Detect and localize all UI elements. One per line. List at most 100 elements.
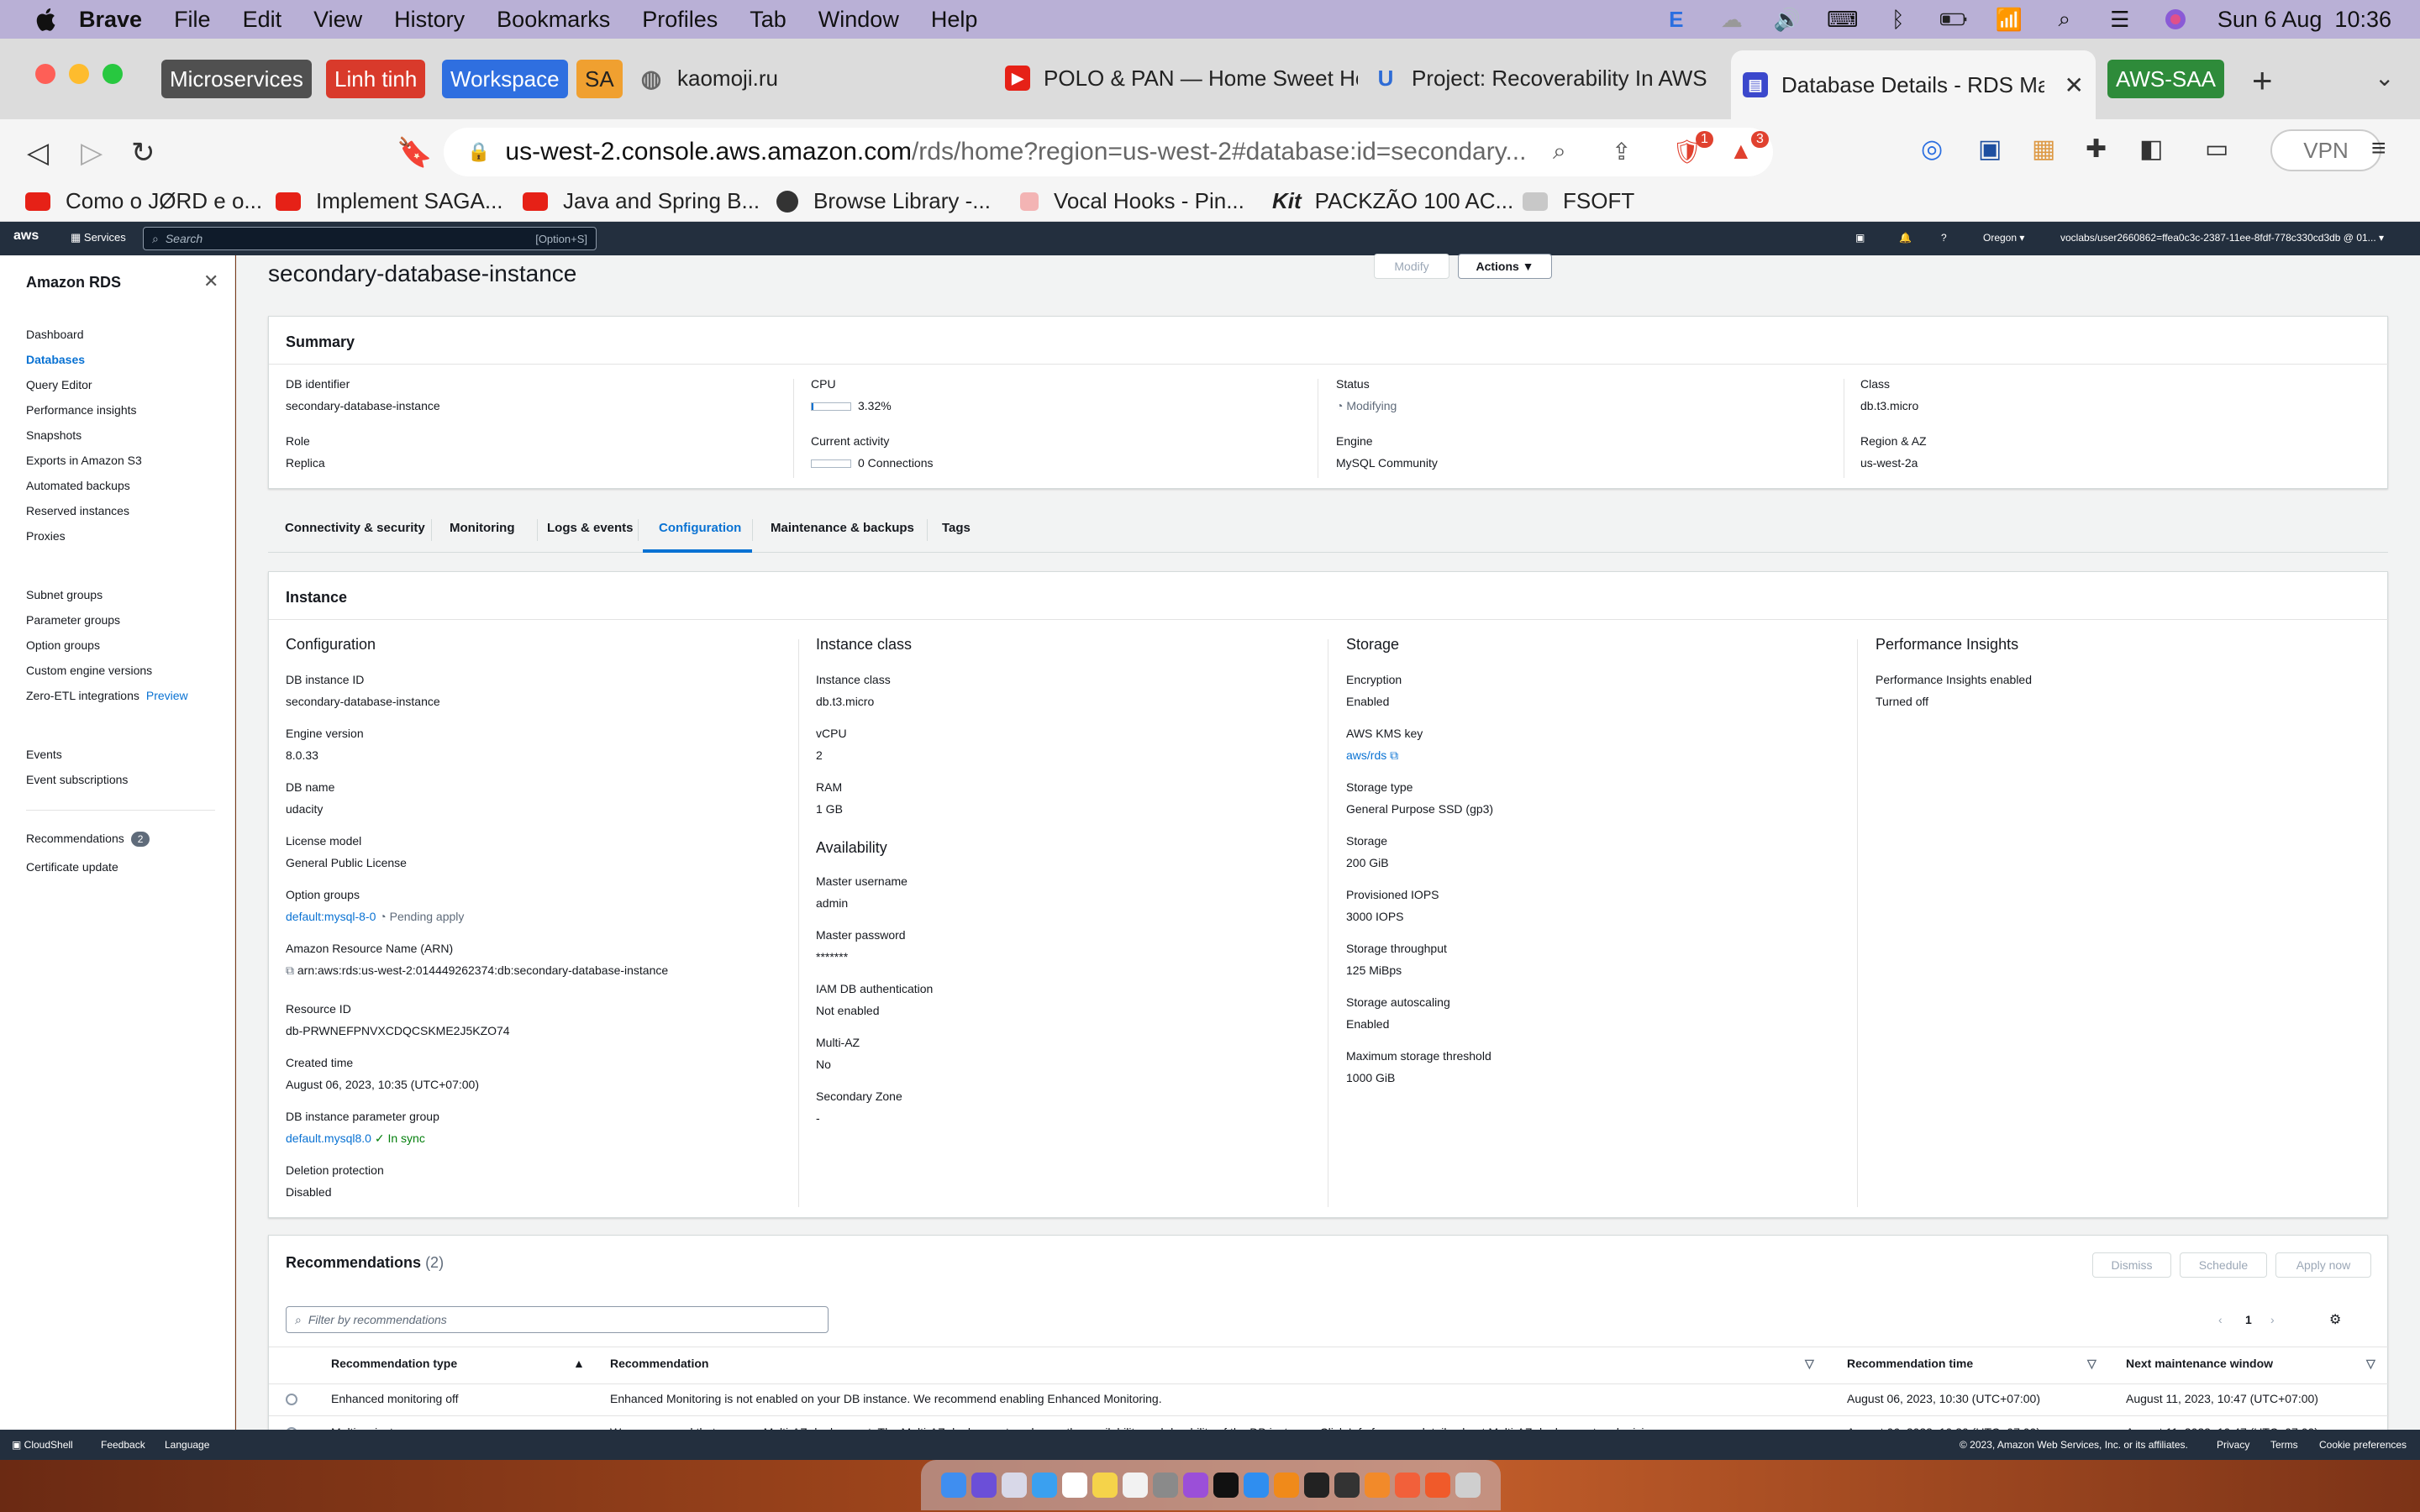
new-tab-plus-icon[interactable]: + [2252, 60, 2273, 101]
keyboard-icon[interactable]: ⌨ [1827, 7, 1859, 32]
tab-group-workspace[interactable]: Workspace [442, 60, 568, 98]
notes-icon[interactable] [1092, 1473, 1118, 1498]
wallet-icon[interactable]: ▭ [2205, 134, 2228, 164]
prev-page-icon[interactable]: ‹ [2218, 1313, 2223, 1326]
podcasts-icon[interactable] [1183, 1473, 1208, 1498]
help-icon[interactable]: ? [1941, 232, 1947, 244]
tab-polo-pan[interactable]: ▶ POLO & PAN — Home Sweet Ho [1005, 57, 1358, 99]
sidebar-item-reserved-instances[interactable]: Reserved instances [26, 504, 129, 517]
terminal-2-icon[interactable] [1334, 1473, 1360, 1498]
app-store-icon[interactable] [1244, 1473, 1269, 1498]
services-menu[interactable]: ▦ Services [71, 231, 126, 244]
back-arrow-icon[interactable]: ◁ [27, 136, 49, 170]
menu-tab[interactable]: Tab [750, 7, 786, 33]
privacy-link[interactable]: Privacy [2217, 1439, 2249, 1451]
row-select-radio[interactable] [286, 1394, 297, 1405]
tab-logs-events[interactable]: Logs & events [547, 521, 634, 535]
terms-link[interactable]: Terms [2270, 1439, 2298, 1451]
sidebar-item-zero-etl[interactable]: Zero-ETL integrations Preview [26, 689, 188, 702]
sidebar-item-snapshots[interactable]: Snapshots [26, 428, 82, 442]
terminal-icon[interactable] [1304, 1473, 1329, 1498]
vlc-icon[interactable] [1274, 1473, 1299, 1498]
menu-app-name[interactable]: Brave [79, 7, 142, 33]
menubar-clock[interactable]: Sun 6 Aug 10:36 [2217, 7, 2391, 33]
bookmark-item[interactable]: Como o JØRD e o... [25, 188, 262, 214]
sidebar-item-custom-engine-versions[interactable]: Custom engine versions [26, 664, 152, 677]
cloudshell-icon[interactable]: ▣ [1855, 232, 1865, 244]
sort-ascending-icon[interactable]: ▲ [573, 1357, 585, 1370]
maximize-window-icon[interactable] [103, 64, 123, 84]
preview-link[interactable]: Preview [146, 689, 188, 702]
sidebar-item-subnet-groups[interactable]: Subnet groups [26, 588, 103, 601]
finder-icon[interactable] [941, 1473, 966, 1498]
extension-chrome-icon[interactable]: ◎ [1921, 134, 1943, 164]
cloud-icon[interactable]: ☁ [1718, 7, 1745, 32]
sidebar-item-query-editor[interactable]: Query Editor [26, 378, 92, 391]
apply-now-button[interactable]: Apply now [2275, 1252, 2371, 1278]
tab-udacity-project[interactable]: U Project: Recoverability In AWS [1373, 57, 1726, 99]
sort-icon[interactable]: ▽ [1805, 1357, 1814, 1371]
column-header-recommendation-time[interactable]: Recommendation time [1847, 1357, 1973, 1370]
share-icon[interactable]: ⇪ [1612, 138, 1631, 165]
column-header-recommendation-type[interactable]: Recommendation type ▲ [331, 1357, 585, 1370]
extension-screen-icon[interactable]: ▦ [2032, 134, 2055, 164]
sidebar-item-databases[interactable]: Databases [26, 353, 85, 366]
brave-dock-icon[interactable] [1425, 1473, 1450, 1498]
feedback-link[interactable]: Feedback [101, 1439, 145, 1451]
reminders-icon[interactable] [1123, 1473, 1148, 1498]
volume-icon[interactable]: 🔊 [1774, 7, 1801, 32]
safari-icon[interactable] [1032, 1473, 1057, 1498]
account-menu[interactable]: voclabs/user2660862=ffea0c3c-2387-11ee-8… [2060, 232, 2384, 244]
bluetooth-icon[interactable]: ᛒ [1885, 7, 1912, 32]
pen-icon[interactable] [1395, 1473, 1420, 1498]
calendar-icon[interactable] [1062, 1473, 1087, 1498]
system-settings-icon[interactable] [1153, 1473, 1178, 1498]
reload-icon[interactable]: ↻ [131, 136, 155, 170]
sort-icon[interactable]: ▽ [2087, 1357, 2096, 1371]
cookie-preferences-link[interactable]: Cookie preferences [2319, 1439, 2407, 1451]
apple-icon[interactable] [34, 6, 57, 33]
sidebar-item-proxies[interactable]: Proxies [26, 529, 66, 543]
sidebar-item-certificate-update[interactable]: Certificate update [26, 860, 118, 874]
settings-gear-icon[interactable]: ⚙ [2329, 1311, 2341, 1328]
language-link[interactable]: Language [165, 1439, 209, 1451]
sidebar-item-event-subscriptions[interactable]: Event subscriptions [26, 773, 128, 786]
sidebar-item-automated-backups[interactable]: Automated backups [26, 479, 130, 492]
tab-group-sa[interactable]: SA [576, 60, 623, 98]
sidebar-item-recommendations[interactable]: Recommendations 2 [26, 832, 150, 847]
address-bar[interactable]: 🔒 us-west-2.console.aws.amazon.com /rds/… [444, 128, 1773, 176]
siri-dock-icon[interactable] [971, 1473, 997, 1498]
browser-menu-icon[interactable]: ≡ [2371, 134, 2386, 163]
forward-arrow-icon[interactable]: ▷ [81, 136, 103, 170]
external-link-icon[interactable]: ⧉ [1390, 748, 1398, 762]
evernote-icon[interactable]: E [1663, 7, 1690, 32]
actions-dropdown-button[interactable]: Actions ▼ [1458, 254, 1552, 279]
modify-button[interactable]: Modify [1374, 254, 1449, 279]
bookmark-item[interactable]: Kit PACKZÃO 100 AC... [1272, 188, 1513, 214]
tab-monitoring[interactable]: Monitoring [450, 521, 514, 535]
sidebar-item-exports[interactable]: Exports in Amazon S3 [26, 454, 142, 467]
search-icon[interactable]: ⌕ [2051, 6, 2078, 31]
tab-group-linh-tinh[interactable]: Linh tinh [326, 60, 426, 98]
column-header-next-maintenance-window[interactable]: Next maintenance window [2126, 1357, 2273, 1370]
vpn-button[interactable]: VPN [2270, 129, 2381, 171]
bookmark-icon[interactable]: 🔖 [397, 136, 432, 170]
tab-configuration[interactable]: Configuration [659, 521, 741, 535]
zoom-icon[interactable]: ⌕ [1553, 138, 1566, 165]
menu-help[interactable]: Help [931, 7, 978, 33]
sublime-icon[interactable] [1365, 1473, 1390, 1498]
recommendations-filter-input[interactable]: ⌕ Filter by recommendations [286, 1306, 829, 1333]
cloudshell-link[interactable]: ▣ CloudShell [12, 1439, 73, 1451]
tab-tags[interactable]: Tags [942, 521, 971, 535]
extension-tool-icon[interactable]: ▣ [1978, 134, 2002, 164]
brave-rewards-icon[interactable]: ▲ [1729, 138, 1753, 165]
trash-icon[interactable] [1455, 1473, 1481, 1498]
option-group-link[interactable]: default:mysql-8-0 [286, 910, 376, 923]
tab-rds-database-details[interactable]: ▤ Database Details - RDS Man ✕ [1731, 50, 2096, 119]
column-header-recommendation[interactable]: Recommendation [610, 1357, 708, 1370]
control-center-icon[interactable]: ☰ [2107, 7, 2133, 32]
menu-edit[interactable]: Edit [243, 7, 282, 33]
close-icon[interactable]: ✕ [203, 270, 218, 292]
menu-profiles[interactable]: Profiles [642, 7, 718, 33]
battery-icon[interactable] [1939, 8, 1967, 30]
